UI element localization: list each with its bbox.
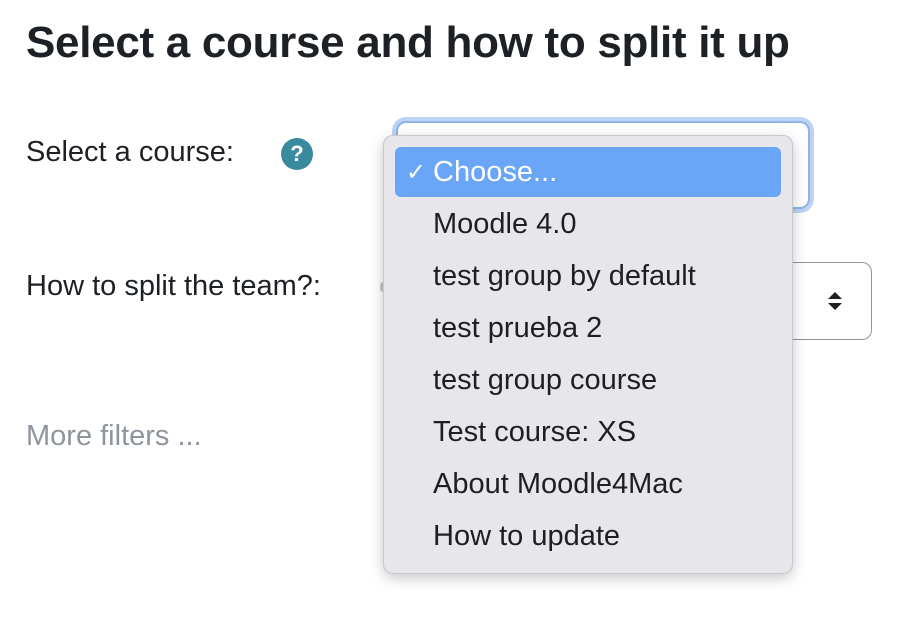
checkmark-icon: ✓ [406,159,427,186]
dropdown-option-choose[interactable]: ✓ Choose... [395,147,781,197]
page: Select a course and how to split it up S… [0,0,906,628]
split-team-label: How to split the team?: [26,270,321,302]
option-label: How to update [433,520,621,552]
up-down-chevron-icon [828,292,842,310]
option-label: About Moodle4Mac [433,468,683,500]
option-label: Choose... [433,156,558,188]
dropdown-option-test-group-by-default[interactable]: test group by default [395,251,781,301]
dropdown-option-test-group-course[interactable]: test group course [395,355,781,405]
dropdown-option-test-prueba-2[interactable]: test prueba 2 [395,303,781,353]
dropdown-option-test-course-xs[interactable]: Test course: XS [395,407,781,457]
option-label: Test course: XS [433,416,637,448]
option-label: test group course [433,364,658,396]
course-dropdown-menu: ✓ Choose... Moodle 4.0 test group by def… [383,135,793,574]
help-icon[interactable]: ? [281,138,313,170]
more-filters-link[interactable]: More filters ... [26,420,202,453]
dropdown-option-how-to-update[interactable]: How to update [395,511,781,561]
page-title: Select a course and how to split it up [26,18,790,67]
dropdown-option-about-moodle4mac[interactable]: About Moodle4Mac [395,459,781,509]
course-label: Select a course: [26,136,234,168]
dropdown-option-moodle-4-0[interactable]: Moodle 4.0 [395,199,781,249]
option-label: test group by default [433,260,696,292]
option-label: Moodle 4.0 [433,208,577,240]
option-label: test prueba 2 [433,312,603,344]
